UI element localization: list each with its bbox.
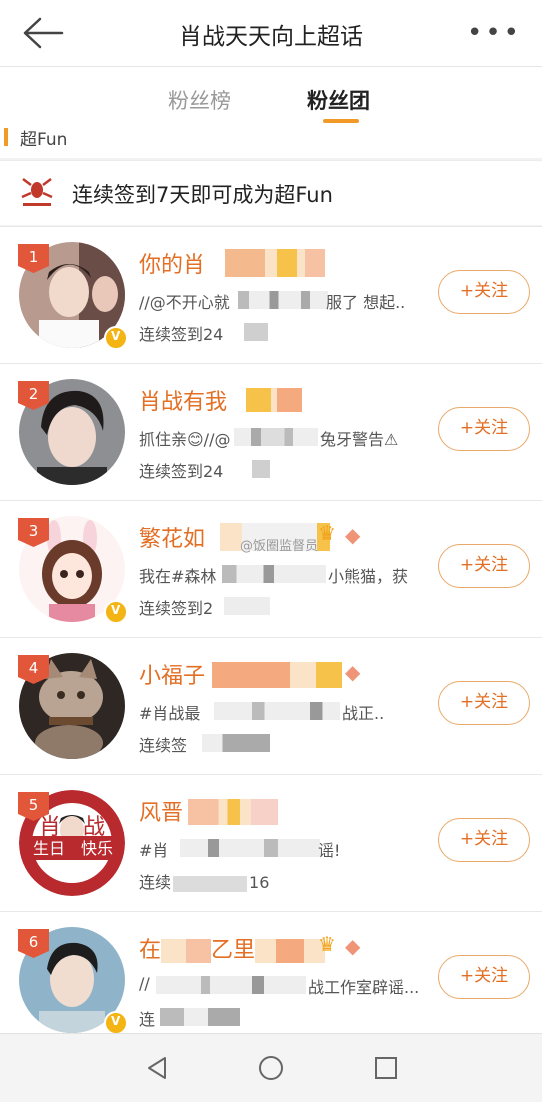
rank-number: 1 [28, 248, 39, 266]
post-snippet: #肖 [139, 841, 169, 860]
list-item[interactable]: 3 繁花如 ♛ ◆ @饭圈监督员 我在#森林 小熊猫，获 连续签到2 +关注 [0, 500, 542, 638]
user-name[interactable]: 你的肖 [139, 247, 205, 279]
post-snippet-end: 战正.. [342, 704, 385, 723]
checkin-notice: 连续签到7天即可成为超Fun [0, 160, 542, 225]
user-name[interactable]: 繁花如 [139, 521, 205, 553]
checkin-mosaic [252, 460, 270, 478]
snippet-mosaic [222, 565, 326, 583]
name-mosaic [212, 662, 342, 688]
checkin-mosaic [202, 734, 270, 752]
user-name[interactable]: 肖战有我 [139, 384, 227, 416]
name-mosaic [225, 249, 325, 277]
checkin-mosaic [224, 597, 270, 615]
tab-fan-ranking[interactable]: 粉丝榜 [168, 85, 231, 115]
rank-number: 3 [28, 522, 39, 540]
name-mosaic [188, 799, 278, 825]
user-name[interactable]: 小福子 [139, 658, 205, 690]
post-snippet: //@不开心就 [139, 293, 230, 312]
checkin-mosaic [160, 1008, 240, 1026]
follow-button[interactable]: +关注 [438, 955, 530, 999]
post-snippet-end: 服了 想起.. [326, 293, 406, 312]
nav-recents-icon[interactable] [375, 1057, 397, 1079]
name-mosaic [255, 939, 326, 963]
rank-number: 2 [28, 385, 39, 403]
checkin-mosaic [244, 323, 268, 341]
rank-number: 4 [28, 659, 39, 677]
snippet-mosaic [214, 702, 340, 720]
active-tab-indicator [323, 119, 359, 123]
post-snippet-end: 谣! [318, 841, 341, 860]
page-title: 肖战天天向上超话 [179, 24, 363, 50]
svg-text:快乐: 快乐 [81, 839, 113, 858]
checkin-days: 连续签到24 [139, 462, 224, 481]
follow-button[interactable]: +关注 [438, 818, 530, 862]
post-snippet-end: 战工作室辟谣... [308, 978, 420, 997]
tab-bar: 粉丝榜 粉丝团 [0, 67, 542, 129]
snippet-mosaic [180, 839, 320, 857]
crown-icon: ♛ [318, 932, 336, 956]
section-header: 超Fun [0, 128, 542, 158]
post-snippet: // [139, 974, 150, 993]
checkin-days: 连续签 [139, 736, 188, 755]
post-snippet-end: 兔牙警告⚠ [320, 430, 399, 449]
rank-number: 6 [28, 933, 39, 951]
svg-text:战: 战 [83, 815, 105, 840]
list-item[interactable]: 生日 快乐 肖 战 5 风晋 #肖 谣! 连续 16 +关注 [0, 774, 542, 912]
checkin-days: 连 [139, 1010, 156, 1029]
watermark: @饭圈监督员 [240, 539, 319, 554]
list-item[interactable]: 2 肖战有我 抓住亲😊//@ 兔牙警告⚠ 连续签到24 +关注 [0, 363, 542, 501]
name-mosaic [161, 939, 212, 963]
post-snippet: #肖战最 [139, 704, 201, 723]
section-title: 超Fun [20, 130, 68, 150]
post-snippet: 抓住亲😊//@ [139, 430, 231, 449]
verified-badge-icon [104, 326, 128, 350]
nav-home-icon[interactable] [259, 1056, 283, 1080]
snippet-mosaic [234, 428, 318, 446]
checkin-days: 连续 16 [139, 873, 270, 892]
diamond-badge-icon: ◆ [345, 523, 361, 547]
rank-number: 5 [28, 796, 39, 814]
follow-button[interactable]: +关注 [438, 407, 530, 451]
snippet-mosaic [156, 976, 306, 994]
diamond-badge-icon: ◆ [345, 660, 361, 684]
checkin-mosaic [173, 875, 248, 892]
nav-back-icon[interactable] [145, 1056, 169, 1080]
notice-text: 连续签到7天即可成为超Fun [72, 183, 333, 207]
list-item[interactable]: 1 你的肖 //@不开心就 服了 想起.. 连续签到24 +关注 [0, 226, 542, 364]
checkin-days: 连续签到24 [139, 325, 224, 344]
name-mosaic [246, 388, 302, 412]
section-marker [4, 128, 8, 146]
svg-text:生日: 生日 [33, 839, 65, 858]
follow-button[interactable]: +关注 [438, 270, 530, 314]
user-name[interactable]: 在乙里 [139, 932, 326, 964]
system-nav-bar [0, 1033, 542, 1102]
header: 肖战天天向上超话 ••• [0, 0, 542, 67]
post-snippet: 我在#森林 [139, 567, 217, 586]
verified-badge-icon [104, 600, 128, 624]
checkin-days: 连续签到2 [139, 599, 214, 618]
list-item[interactable]: 4 小福子 ◆ #肖战最 战正.. 连续签 +关注 [0, 637, 542, 775]
follow-button[interactable]: +关注 [438, 544, 530, 588]
crown-icon: ♛ [318, 521, 336, 545]
list-item[interactable]: 6 在乙里 ♛ ◆ // 战工作室辟谣... 连 +关注 [0, 911, 542, 1049]
tab-fan-group[interactable]: 粉丝团 [307, 85, 370, 115]
post-snippet-end: 小熊猫，获 [328, 567, 409, 586]
snippet-mosaic [238, 291, 328, 309]
more-options-icon[interactable]: ••• [467, 20, 522, 46]
user-name[interactable]: 风晋 [139, 795, 183, 827]
diamond-badge-icon: ◆ [345, 934, 361, 958]
follow-button[interactable]: +关注 [438, 681, 530, 725]
verified-badge-icon [104, 1011, 128, 1035]
lobster-logo-icon [21, 178, 53, 206]
